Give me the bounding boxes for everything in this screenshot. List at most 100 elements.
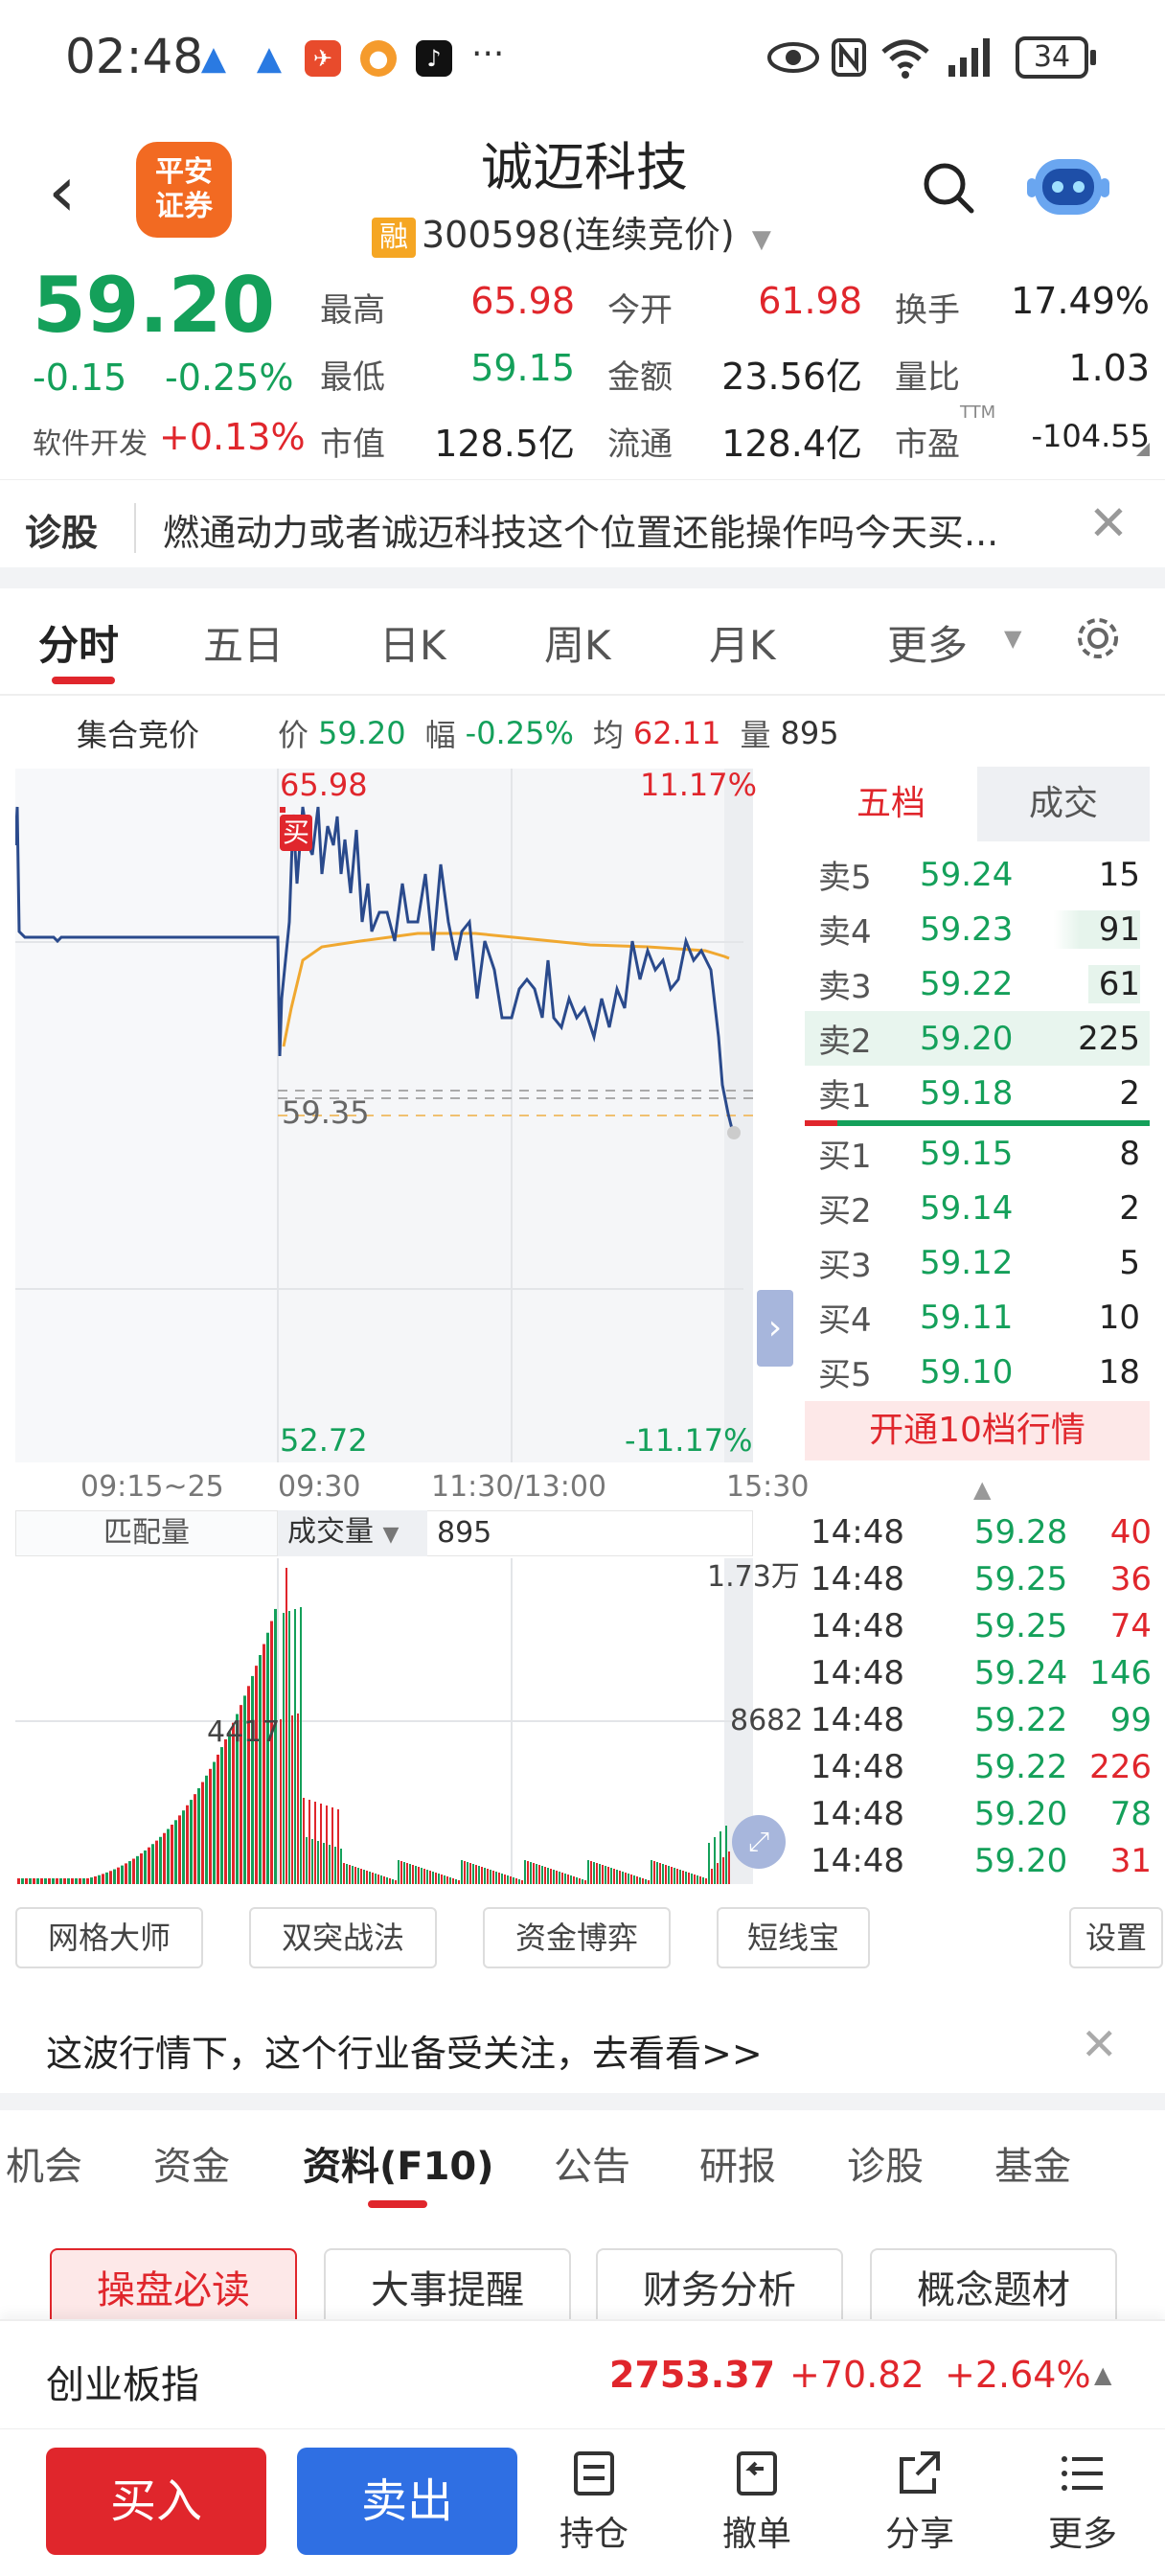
ask-row[interactable]: 卖3 59.22 61	[805, 956, 1150, 1011]
tab-more[interactable]: 更多	[887, 613, 968, 672]
bid-price: 59.12	[920, 1243, 1014, 1282]
bid-row[interactable]: 买2 59.14 2	[805, 1181, 1150, 1235]
tool-double-break[interactable]: 双突战法	[249, 1907, 437, 1968]
volume-bar	[300, 1607, 302, 1884]
tool-short-term[interactable]: 短线宝	[717, 1907, 870, 1968]
volume-bar	[432, 1872, 434, 1884]
auction-label: 集合竞价	[77, 717, 200, 753]
nav-positions[interactable]: 持仓	[537, 2450, 651, 2556]
bid-row[interactable]: 买1 59.15 8	[805, 1126, 1150, 1181]
chevron-up-icon[interactable]: ▲	[1094, 2361, 1111, 2388]
tab-five-day[interactable]: 五日	[203, 613, 284, 672]
promo-banner[interactable]: 这波行情下，这个行业备受关注，去看看>> ✕	[0, 1999, 1165, 2091]
sell-button[interactable]: 卖出	[297, 2448, 517, 2555]
price-change: -0.15	[33, 356, 127, 399]
open-value: 61.98	[758, 280, 862, 322]
volume-bar	[728, 1852, 730, 1884]
sector-change[interactable]: +0.13%	[159, 416, 306, 458]
intraday-price-chart[interactable]	[15, 769, 753, 1462]
diagnose-bar[interactable]: 诊股 燃通动力或者诚迈科技这个位置还能操作吗今天买... ✕	[0, 479, 1165, 575]
stock-name: 诚迈科技	[481, 137, 688, 197]
volume-bar	[403, 1862, 405, 1884]
eye-icon	[767, 42, 819, 73]
volume-bar	[182, 1810, 185, 1884]
volume-dropdown[interactable]: 成交量 ▼	[278, 1510, 427, 1556]
ask-row[interactable]: 卖1 59.18 2	[805, 1066, 1150, 1120]
stock-code-row[interactable]: 融 300598(连续竞价) ▼	[372, 205, 771, 258]
tab-weekly-k[interactable]: 周K	[544, 613, 611, 672]
match-volume-label: 匹配量	[15, 1510, 278, 1556]
volume-bar	[498, 1873, 500, 1884]
volume-bar	[421, 1868, 423, 1884]
broker-logo: 平安 证券	[136, 142, 232, 238]
volume-bar	[144, 1850, 147, 1884]
mktcap-label: 市值	[320, 426, 385, 464]
volume-bar	[679, 1870, 681, 1884]
ask-row[interactable]: 卖4 59.23 91	[805, 902, 1150, 956]
tab-trades[interactable]: 成交	[977, 767, 1150, 841]
settings-gear-icon[interactable]	[1073, 613, 1123, 663]
buy-signal-tag[interactable]: 买	[280, 815, 312, 851]
nav-more[interactable]: 更多	[1025, 2450, 1140, 2556]
volume-bar	[426, 1870, 428, 1884]
diagnose-label: 诊股	[25, 512, 99, 554]
search-icon[interactable]	[922, 161, 975, 215]
vol-label: 量	[740, 717, 771, 753]
volume-bar	[725, 1826, 727, 1884]
volume-bar	[536, 1864, 537, 1884]
tool-fund-game[interactable]: 资金博弈	[483, 1907, 671, 1968]
ask-row[interactable]: 卖2 59.20 225	[805, 1011, 1150, 1066]
tools-settings-button[interactable]: 设置	[1069, 1907, 1163, 1968]
upgrade-level10-button[interactable]: 开通10档行情	[805, 1401, 1150, 1460]
volume-bar	[377, 1874, 379, 1884]
ask-price: 59.24	[920, 855, 1014, 894]
ask-volume: 91	[1054, 909, 1140, 949]
sector-name[interactable]: 软件开发	[33, 420, 148, 462]
corner-arrow-icon[interactable]	[1136, 443, 1150, 456]
robot-assistant-icon[interactable]	[1027, 151, 1109, 222]
ask-label: 卖1	[818, 1077, 872, 1116]
scroll-up-icon[interactable]: ▲	[973, 1476, 991, 1503]
expand-panel-chevron-icon[interactable]: ›	[757, 1290, 793, 1367]
tab-intraday[interactable]: 分时	[38, 613, 119, 672]
banner-text[interactable]: 这波行情下，这个行业备受关注，去看看>>	[46, 2024, 763, 2077]
tab-daily-k[interactable]: 日K	[379, 613, 446, 672]
tab-diagnose[interactable]: 诊股	[847, 2135, 924, 2191]
tab-research[interactable]: 研报	[699, 2135, 776, 2191]
close-icon[interactable]: ✕	[1081, 2018, 1118, 2070]
diagnose-text[interactable]: 燃通动力或者诚迈科技这个位置还能操作吗今天买...	[163, 503, 1083, 556]
tiktok-icon: ♪	[416, 40, 452, 77]
nav-cancel-order[interactable]: 撤单	[699, 2450, 814, 2556]
fullscreen-icon[interactable]: ⤢	[732, 1815, 786, 1869]
divider	[0, 694, 1165, 696]
tab-fund[interactable]: 基金	[994, 2135, 1071, 2191]
nav-share[interactable]: 分享	[862, 2450, 977, 2556]
bid-volume: 10	[1098, 1298, 1140, 1337]
volume-bar	[33, 1878, 35, 1884]
buy-button[interactable]: 买入	[46, 2448, 266, 2555]
back-icon[interactable]: ‹	[48, 153, 96, 230]
volume-chart[interactable]	[15, 1558, 753, 1884]
tool-grid-master[interactable]: 网格大师	[15, 1907, 203, 1968]
bid-row[interactable]: 买3 59.12 5	[805, 1235, 1150, 1290]
tab-announcements[interactable]: 公告	[554, 2135, 630, 2191]
tab-opportunity[interactable]: 机会	[6, 2135, 82, 2191]
trade-row: 14:48 59.28 40	[811, 1508, 1152, 1555]
volume-bar	[148, 1847, 150, 1884]
tab-funds[interactable]: 资金	[153, 2135, 230, 2191]
volume-bar	[490, 1870, 491, 1884]
bid-row[interactable]: 买4 59.11 10	[805, 1290, 1150, 1345]
volume-bar	[495, 1872, 497, 1884]
tab-f10[interactable]: 资料(F10)	[303, 2135, 494, 2191]
volume-bar	[109, 1871, 112, 1884]
amp-label: 幅	[424, 717, 456, 753]
tab-monthly-k[interactable]: 月K	[709, 613, 776, 672]
tab-five-levels[interactable]: 五档	[805, 767, 977, 841]
ask-row[interactable]: 卖5 59.24 15	[805, 847, 1150, 902]
volume-bar	[320, 1804, 322, 1884]
bid-row[interactable]: 买5 59.10 18	[805, 1345, 1150, 1399]
volume-bar	[163, 1832, 166, 1884]
close-icon[interactable]: ✕	[1088, 495, 1129, 551]
index-ticker-bar[interactable]: 创业板指 2753.37 +70.82 +2.64% ▲	[0, 2319, 1165, 2426]
ask-label: 卖2	[818, 1023, 872, 1061]
